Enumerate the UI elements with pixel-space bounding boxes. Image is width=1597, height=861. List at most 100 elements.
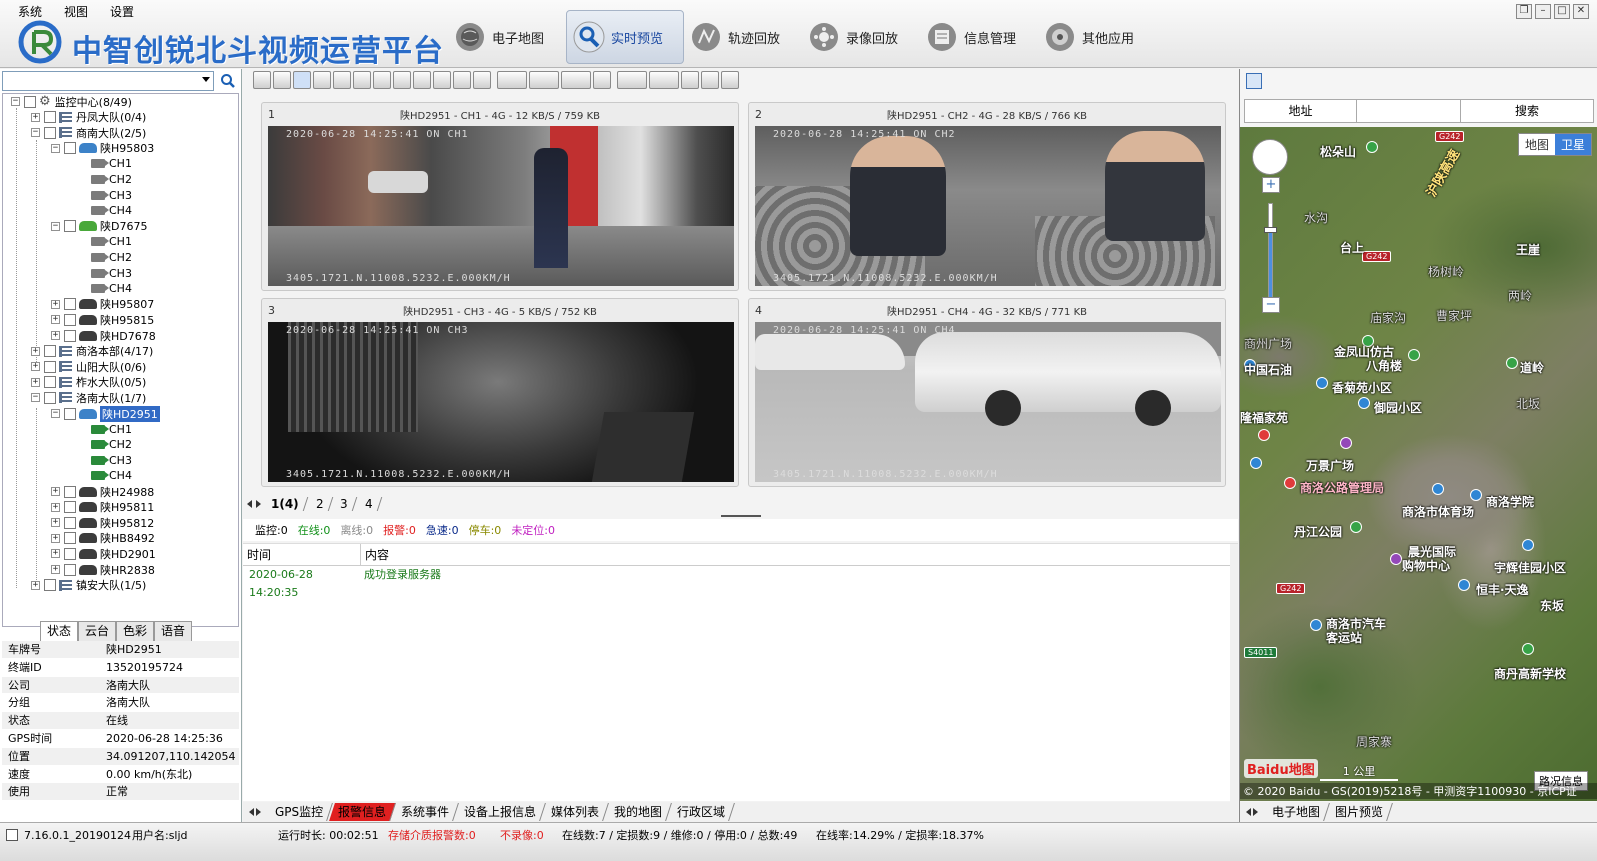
map-poi-icon[interactable] (1390, 553, 1402, 565)
tree-checkbox[interactable] (44, 345, 56, 358)
nav-electronic-map[interactable]: 电子地图 (448, 10, 566, 64)
layout-1-icon[interactable] (253, 71, 271, 89)
tree-checkbox[interactable] (64, 407, 76, 420)
map-poi-icon[interactable] (1470, 489, 1482, 501)
tree-group[interactable]: − 商南大队(2/5) (31, 125, 146, 140)
video-cell-4[interactable]: 4 陕HD2951 - CH4 - 4G - 32 KB/S / 771 KB 2… (748, 298, 1226, 487)
page-tab[interactable]: 4 (356, 497, 382, 511)
map-poi-icon[interactable] (1316, 377, 1328, 389)
map-poi-icon[interactable] (1522, 643, 1534, 655)
save-icon[interactable] (1246, 73, 1262, 89)
tree-vehicle[interactable]: + 陕H24988 (51, 484, 154, 499)
expand-icon[interactable]: + (51, 487, 60, 496)
layout-2-icon[interactable] (273, 71, 291, 89)
stop-icon[interactable] (649, 71, 679, 89)
tree-vehicle[interactable]: + 陕HB8492 (51, 531, 155, 546)
map-poi-icon[interactable] (1250, 457, 1262, 469)
expand-icon[interactable]: + (51, 533, 60, 543)
log-col-time[interactable]: 时间 (243, 544, 361, 565)
tree-channel[interactable]: CH4 (91, 281, 132, 296)
tab-electronic-map[interactable]: 电子地图 (1263, 803, 1330, 821)
tab-alarm-info[interactable]: 报警信息 (329, 803, 397, 821)
prev-tab-icon[interactable] (1246, 808, 1251, 816)
video-cell-2[interactable]: 2 陕HD2951 - CH2 - 4G - 28 KB/S / 766 KB 2… (748, 102, 1226, 291)
keyboard-icon[interactable] (701, 71, 719, 89)
map-poi-icon[interactable] (1284, 477, 1296, 489)
tree-checkbox[interactable] (64, 547, 76, 560)
tab-media-list[interactable]: 媒体列表 (542, 803, 610, 821)
tree-checkbox[interactable] (64, 563, 76, 576)
tree-checkbox[interactable] (64, 501, 76, 514)
mute-icon[interactable] (593, 71, 611, 89)
tree-vehicle[interactable]: + 陕H95807 (51, 297, 154, 312)
prev-page-icon[interactable] (247, 500, 252, 508)
satellite-map[interactable]: 地图 卫星 + − 沪陕高速 G242 G242 G242 S4011 松朵山 … (1240, 127, 1597, 801)
log-col-content[interactable]: 内容 (361, 544, 389, 565)
nav-live-preview[interactable]: 实时预览 (566, 10, 684, 64)
map-poi-icon[interactable] (1350, 521, 1362, 533)
tree-checkbox[interactable] (64, 329, 76, 342)
tab-device-reports[interactable]: 设备上报信息 (455, 803, 547, 821)
tree-root[interactable]: − ⚙ 监控中心(8/49) (11, 94, 132, 109)
map-poi-icon[interactable] (1310, 619, 1322, 631)
expand-icon[interactable] (721, 71, 739, 89)
map-search-input[interactable] (1357, 100, 1461, 122)
expand-icon[interactable]: + (31, 580, 40, 590)
expand-icon[interactable]: + (51, 315, 60, 325)
tree-group[interactable]: + 商洛本部(4/17) (31, 344, 153, 359)
video-cell-1[interactable]: 1 陕HD2951 - CH1 - 4G - 12 KB/S / 759 KB 2… (261, 102, 739, 291)
window-icon[interactable] (529, 71, 559, 89)
expand-icon[interactable]: + (51, 502, 60, 512)
tab-status[interactable]: 状态 (40, 621, 78, 641)
tree-checkbox[interactable] (44, 360, 56, 373)
tab-gps-monitor[interactable]: GPS监控 (266, 803, 334, 821)
tree-channel[interactable]: CH1 (91, 234, 132, 249)
status-toggle-icon[interactable] (6, 829, 18, 841)
zoom-out-icon[interactable]: − (1262, 297, 1280, 313)
tree-channel[interactable]: CH2 (91, 172, 132, 187)
layout-8-icon[interactable] (333, 71, 351, 89)
maximize-icon[interactable]: □ (1554, 4, 1570, 19)
map-poi-icon[interactable] (1366, 141, 1378, 153)
map-search-button[interactable]: 搜索 (1461, 100, 1593, 122)
map-poi-icon[interactable] (1408, 349, 1420, 361)
expand-icon[interactable]: + (51, 565, 60, 574)
video-screen[interactable]: 2020-06-28 14:25:41 ON CH3 3405.1721.N.1… (268, 322, 734, 482)
tree-group[interactable]: + 镇安大队(1/5) (31, 578, 146, 593)
map-poi-icon[interactable] (1258, 429, 1270, 441)
tree-vehicle[interactable]: − 陕H95803 (51, 141, 154, 156)
map-poi-icon[interactable] (1432, 483, 1444, 495)
zoom-in-icon[interactable]: + (1262, 177, 1280, 193)
tree-group[interactable]: − 洛南大队(1/7) (31, 390, 146, 405)
tree-vehicle[interactable]: + 陕HD7678 (51, 328, 156, 343)
zoom-knob[interactable] (1264, 227, 1277, 234)
search-button[interactable] (217, 71, 239, 91)
expand-icon[interactable]: + (51, 549, 60, 559)
log-row[interactable]: 2020-06-28 14:20:35 成功登录服务器 (243, 566, 1238, 599)
menu-system[interactable]: 系统 (18, 3, 42, 21)
collapse-icon[interactable]: − (51, 221, 60, 231)
map-poi-icon[interactable] (1458, 579, 1470, 591)
minimize-icon[interactable]: – (1535, 4, 1551, 19)
tree-channel[interactable]: CH3 (91, 266, 132, 281)
close-icon[interactable]: ✕ (1573, 4, 1589, 19)
tree-checkbox[interactable] (64, 220, 76, 233)
collapse-icon[interactable]: − (11, 97, 20, 106)
tree-channel[interactable]: CH2 (91, 250, 132, 265)
tab-system-events[interactable]: 系统事件 (392, 803, 460, 821)
tree-channel[interactable]: CH1 (91, 422, 132, 437)
tree-checkbox[interactable] (64, 516, 76, 529)
prev-tab-icon[interactable] (249, 808, 254, 816)
layout-16-icon[interactable] (393, 71, 411, 89)
video-screen[interactable]: 2020-06-28 14:25:41 ON CH2 3405.1721.N.1… (755, 126, 1221, 286)
menu-settings[interactable]: 设置 (110, 3, 134, 21)
restore-icon[interactable]: ❐ (1516, 4, 1532, 19)
collapse-icon[interactable]: − (31, 393, 40, 403)
tree-checkbox[interactable] (44, 126, 56, 139)
collapse-icon[interactable]: − (31, 128, 40, 138)
collapse-icon[interactable]: − (51, 409, 60, 418)
map-type-satellite[interactable]: 卫星 (1554, 134, 1591, 155)
tab-ptz[interactable]: 云台 (78, 621, 116, 641)
tree-checkbox[interactable] (64, 142, 76, 155)
panel-splitter[interactable] (721, 515, 761, 517)
